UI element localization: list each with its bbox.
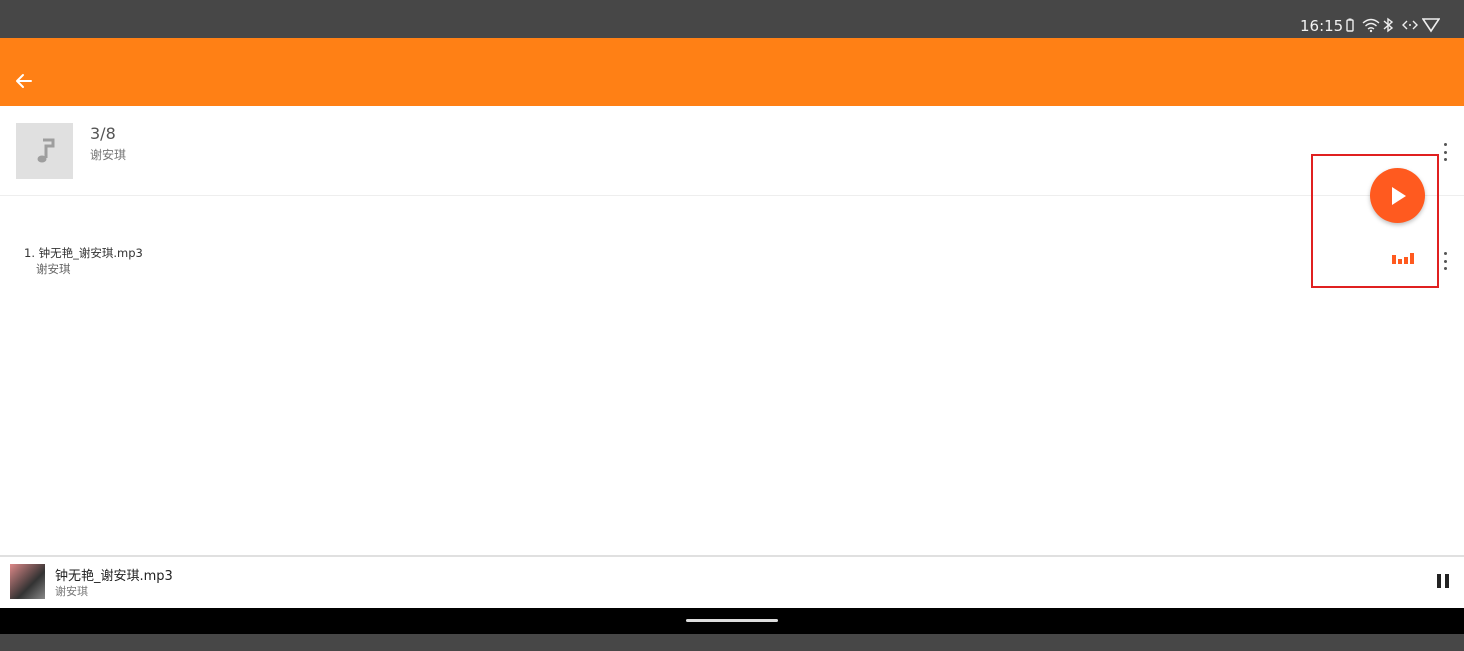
more-vert-icon [1443,252,1447,255]
signal-icon [1421,17,1441,33]
album-artist: 谢安琪 [90,148,127,162]
wifi-icon [1362,17,1380,33]
mini-player-art [10,564,45,599]
status-icons [1342,17,1441,33]
home-gesture-bar[interactable] [686,619,778,622]
pause-icon [1437,574,1441,588]
album-header[interactable]: 3/8 谢安琪 [0,106,1464,196]
mini-player-title: 钟无艳_谢安琪.mp3 [55,569,173,584]
music-note-icon [37,138,54,163]
album-more-button[interactable] [1441,143,1449,161]
album-art [16,123,73,179]
list-item[interactable]: 1. 钟无艳_谢安琪.mp3 谢安琪 [0,197,1464,307]
system-nav-bar [0,608,1464,634]
pause-button[interactable] [1437,574,1449,588]
mini-player[interactable]: 钟无艳_谢安琪.mp3 谢安琪 [0,555,1464,608]
status-time: 16:15 [1300,17,1344,35]
main-content: 3/8 谢安琪 1. 钟无艳_谢安琪.mp3 谢安琪 [0,106,1464,555]
mini-player-artist: 谢安琪 [55,585,88,598]
track-title: 1. 钟无艳_谢安琪.mp3 [24,246,143,260]
play-fab-button[interactable] [1370,168,1425,223]
back-button[interactable] [12,69,36,93]
arrow-left-icon [16,74,32,88]
battery-icon [1342,17,1358,33]
highlight-box [1311,154,1439,288]
bottom-strip [0,634,1464,651]
now-playing-equalizer-icon [1392,252,1414,264]
album-title: 3/8 [90,124,116,143]
app-bar [0,38,1464,106]
more-vert-icon [1443,143,1447,146]
play-icon [1391,186,1406,205]
bluetooth-icon [1382,17,1398,33]
link-icon [1402,17,1418,33]
track-artist: 谢安琪 [36,262,71,276]
status-bar: 16:15 [0,0,1464,38]
track-more-button[interactable] [1441,252,1449,270]
